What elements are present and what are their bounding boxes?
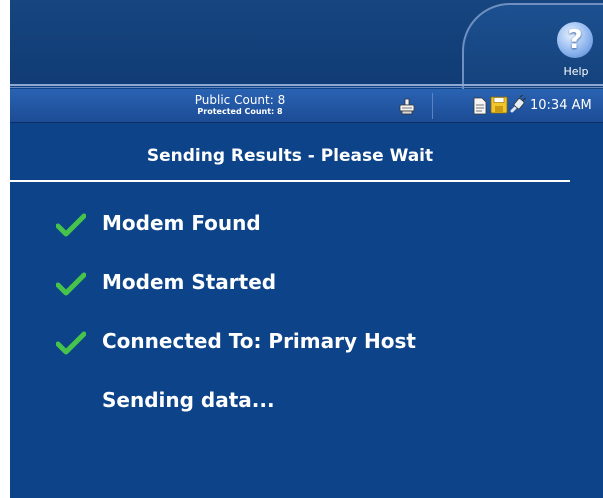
save-icon[interactable] (490, 96, 508, 114)
public-count: Public Count: 8 (194, 93, 286, 107)
status-bar: Public Count: 8 Protected Count: 8 10:34… (10, 89, 603, 123)
step-label: Modem Started (102, 270, 277, 294)
check-icon (56, 331, 86, 355)
page-title: Sending Results - Please Wait (146, 146, 434, 166)
printer-icon[interactable] (398, 98, 416, 116)
top-header: ? Help (10, 0, 603, 107)
header-separator (10, 84, 603, 86)
protected-count: Protected Count: 8 (197, 107, 283, 116)
header-separator-thin (10, 87, 603, 88)
counts: Public Count: 8 Protected Count: 8 (170, 93, 310, 117)
document-icon[interactable] (472, 97, 488, 115)
clock: 10:34 AM (530, 98, 592, 113)
step-label: Connected To: Primary Host (102, 329, 416, 353)
step-label: Sending data... (102, 388, 275, 412)
plug-icon[interactable] (508, 95, 526, 115)
check-icon (56, 213, 86, 237)
step-label: Modem Found (102, 211, 261, 235)
heading-divider (10, 180, 570, 182)
app-window: ? Help Public Count: 8 Protected Count: … (10, 0, 603, 498)
check-icon (56, 272, 86, 296)
status-divider (432, 93, 433, 119)
help-icon: ? (557, 22, 593, 58)
help-button[interactable]: ? Help (554, 22, 603, 84)
help-label: Help (563, 65, 589, 78)
